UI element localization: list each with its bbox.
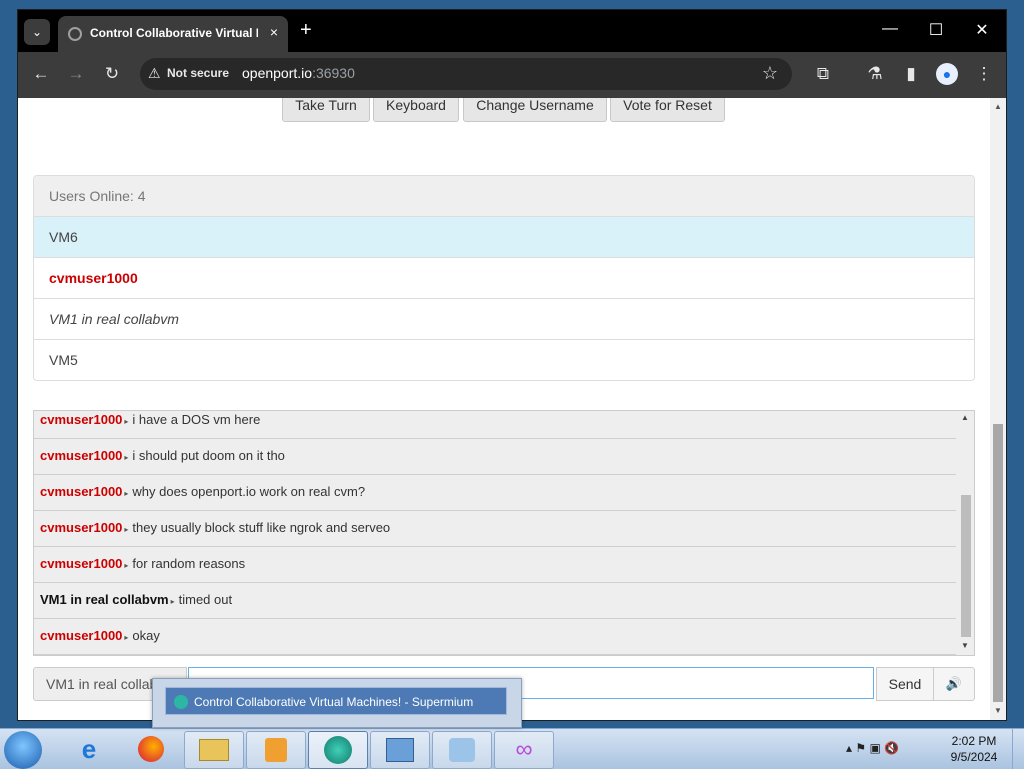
page-scrollbar[interactable]: ▲ ▼	[990, 98, 1006, 720]
menu-kebab-icon[interactable]: ⋮	[973, 64, 995, 84]
file-explorer-icon[interactable]	[184, 731, 244, 769]
back-arrow-icon[interactable]: ←	[30, 64, 52, 84]
user-list-item[interactable]: cvmuser1000	[34, 258, 974, 299]
firefox-icon[interactable]	[122, 731, 180, 767]
chat-messages: cvmuser1000 ▸ i have a DOS vm here cvmuser1…	[34, 411, 956, 655]
minimize-button[interactable]: —	[875, 20, 905, 38]
browser-window: ⌄ Control Collaborative Virtual Machines…	[18, 10, 1006, 720]
new-tab-button[interactable]: +	[300, 20, 312, 40]
side-panel-icon[interactable]: ▮	[900, 64, 922, 84]
tab-search-icon[interactable]: ⌄	[24, 19, 50, 45]
scroll-up-arrow-icon[interactable]: ▲	[961, 413, 969, 422]
chat-message-text: they usually block stuff like ngrok and …	[132, 520, 391, 535]
url-text[interactable]: openport.io:36930	[242, 65, 355, 81]
user-list-item[interactable]: VM1 in real collabvm	[34, 299, 974, 340]
chat-message-text: i should put doom on it tho	[132, 448, 285, 463]
arrow-icon: ▸	[124, 633, 129, 642]
scroll-down-arrow-icon[interactable]: ▼	[961, 641, 969, 650]
chat-message-user[interactable]: cvmuser1000	[40, 412, 122, 427]
keyboard-button[interactable]: Keyboard	[373, 98, 459, 122]
chat-message-user[interactable]: cvmuser1000	[40, 448, 122, 463]
start-orb-icon[interactable]	[4, 731, 42, 769]
maximize-button[interactable]: ☐	[921, 20, 951, 40]
change-username-button[interactable]: Change Username	[463, 98, 607, 122]
labs-flask-icon[interactable]: ⚗	[864, 64, 886, 84]
vote-reset-button[interactable]: Vote for Reset	[610, 98, 725, 122]
scroll-up-arrow-icon[interactable]: ▲	[994, 102, 1002, 111]
users-online-panel: Users Online: 4 VM6 cvmuser1000 VM1 in r…	[33, 175, 975, 381]
forward-arrow-icon[interactable]: →	[65, 64, 87, 84]
arrow-icon: ▸	[124, 561, 129, 570]
preview-window-item[interactable]: Control Collaborative Virtual Machines! …	[165, 687, 507, 715]
arrow-icon: ▸	[170, 597, 175, 606]
page-scrollbar-thumb[interactable]	[993, 424, 1003, 702]
taskbar-window-preview: Control Collaborative Virtual Machines! …	[152, 678, 522, 728]
chat-message: cvmuser1000 ▸ i should put doom on it tho	[34, 439, 956, 475]
chat-message: cvmuser1000 ▸ i have a DOS vm here	[34, 411, 956, 439]
chat-message: cvmuser1000 ▸ why does openport.io work on…	[34, 475, 956, 511]
browser-toolbar: ← → ↻ ⚠ Not secure openport.io:36930 ☆ ⧉…	[18, 52, 1006, 98]
infinity-app-icon[interactable]: ∞	[494, 731, 554, 769]
arrow-icon: ▸	[124, 489, 129, 498]
tab-close-icon[interactable]: ×	[270, 24, 278, 40]
security-label[interactable]: Not secure	[167, 66, 229, 80]
taskbar: e ∞ ▴ ⚑ ▣ 🔇 2:02 PM 9/5/2024	[0, 728, 1024, 769]
show-desktop-button[interactable]	[1012, 729, 1024, 769]
chat-message: VM1 in real collabvm ▸ timed out	[34, 583, 956, 619]
extensions-icon[interactable]: ⧉	[812, 64, 834, 84]
control-panel-icon[interactable]	[370, 731, 430, 769]
chat-message-user[interactable]: cvmuser1000	[40, 556, 122, 571]
tab-strip: ⌄ Control Collaborative Virtual Machines…	[18, 10, 1006, 52]
chat-scrollbar[interactable]: ▲ ▼	[958, 411, 974, 655]
bookmark-star-icon[interactable]: ☆	[762, 63, 778, 84]
globe-icon	[68, 27, 82, 41]
browser-tab[interactable]: Control Collaborative Virtual Machines! …	[58, 16, 288, 52]
supermium-icon[interactable]	[308, 731, 368, 769]
url-port: :36930	[312, 65, 355, 81]
profile-avatar-icon[interactable]: ●	[936, 63, 958, 85]
chat-message: cvmuser1000 ▸ for random reasons	[34, 547, 956, 583]
chat-message-text: timed out	[178, 592, 233, 607]
users-online-header: Users Online: 4	[34, 176, 974, 217]
scroll-down-arrow-icon[interactable]: ▼	[994, 706, 1002, 715]
chat-message-user[interactable]: cvmuser1000	[40, 484, 122, 499]
send-button[interactable]: Send	[876, 667, 934, 701]
user-list-item[interactable]: VM5	[34, 340, 974, 380]
chat-message-text: okay	[132, 628, 160, 643]
arrow-icon: ▸	[124, 525, 129, 534]
clock[interactable]: 2:02 PM 9/5/2024	[946, 733, 1002, 765]
chat-panel[interactable]: cvmuser1000 ▸ i have a DOS vm here cvmuser1…	[33, 410, 975, 656]
page-content: Take Turn Keyboard Change Username Vote …	[18, 98, 1006, 720]
chat-message: cvmuser1000 ▸ they usually block stuff lik…	[34, 511, 956, 547]
user-list-item[interactable]: VM6	[34, 217, 974, 258]
preview-window-title: Control Collaborative Virtual Machines! …	[194, 695, 474, 709]
address-bar[interactable]: ⚠ Not secure openport.io:36930 ☆	[140, 58, 792, 90]
volume-icon[interactable]: 🔊	[933, 667, 975, 701]
take-turn-button[interactable]: Take Turn	[282, 98, 370, 122]
clock-time: 2:02 PM	[951, 734, 997, 748]
media-player-icon[interactable]	[246, 731, 306, 769]
chat-message-text: for random reasons	[132, 556, 246, 571]
arrow-icon: ▸	[124, 453, 129, 462]
chat-message-user[interactable]: cvmuser1000	[40, 520, 122, 535]
chat-message-text: why does openport.io work on real cvm?	[132, 484, 366, 499]
supermium-icon	[174, 695, 188, 709]
chat-message: cvmuser1000 ▸ okay	[34, 619, 956, 655]
internet-explorer-icon[interactable]: e	[60, 731, 118, 767]
chat-message-user[interactable]: cvmuser1000	[40, 628, 122, 643]
tab-title: Control Collaborative Virtual Machines!	[90, 26, 258, 40]
settings-app-icon[interactable]	[432, 731, 492, 769]
chat-message-user[interactable]: VM1 in real collabvm	[40, 592, 169, 607]
chat-scrollbar-thumb[interactable]	[961, 495, 971, 637]
url-host: openport.io	[242, 65, 313, 81]
warning-icon: ⚠	[148, 65, 161, 81]
reload-icon[interactable]: ↻	[101, 64, 123, 84]
tray-icons[interactable]: ▴ ⚑ ▣ 🔇	[846, 741, 899, 755]
clock-date: 9/5/2024	[950, 750, 998, 764]
arrow-icon: ▸	[124, 417, 129, 426]
chat-message-text: i have a DOS vm here	[132, 412, 261, 427]
close-window-button[interactable]: ✕	[967, 20, 997, 40]
